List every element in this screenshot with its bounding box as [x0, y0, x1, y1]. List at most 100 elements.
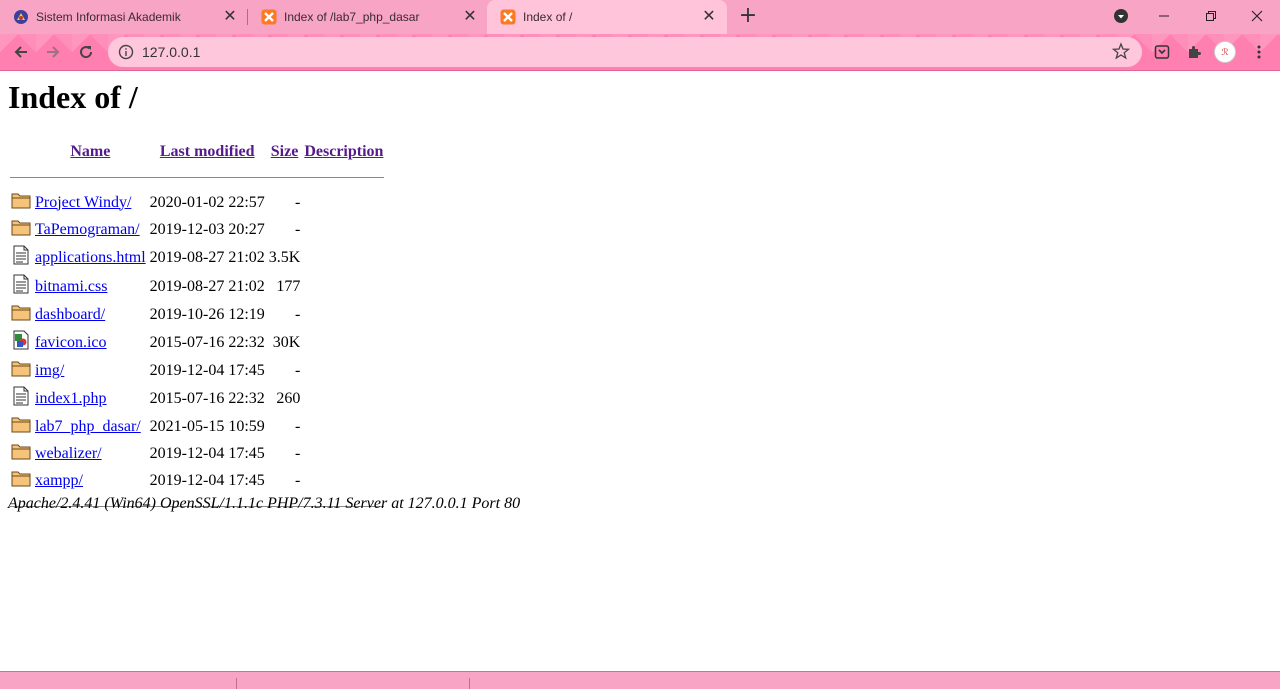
- divider: [236, 678, 237, 689]
- pocket-extension-button[interactable]: [1151, 41, 1173, 63]
- size-cell: -: [295, 305, 301, 323]
- xampp-favicon-icon: [500, 9, 516, 25]
- reload-button[interactable]: [75, 41, 97, 63]
- file-link[interactable]: bitnami.css: [35, 278, 107, 295]
- name-column-header[interactable]: Name: [34, 140, 147, 164]
- directory-listing: Name Last modified Size Description Proj…: [8, 138, 386, 519]
- file-name-cell[interactable]: TaPemograman/: [34, 217, 147, 242]
- folder-icon: [10, 441, 32, 466]
- size-cell: -: [295, 361, 301, 379]
- description-cell: [303, 414, 384, 439]
- file-name-cell[interactable]: lab7_php_dasar/: [34, 414, 147, 439]
- reload-icon: [80, 46, 93, 59]
- file-link[interactable]: applications.html: [35, 249, 146, 266]
- file-link[interactable]: xampp/: [35, 472, 83, 489]
- table-row: webalizer/2019-12-04 17:45 -: [10, 441, 384, 466]
- file-name-cell[interactable]: img/: [34, 358, 147, 383]
- modified-cell: 2019-12-03 20:27: [149, 220, 265, 238]
- file-link[interactable]: TaPemograman/: [35, 221, 140, 238]
- restore-button[interactable]: [1188, 0, 1234, 32]
- table-row: bitnami.css 2019-08-27 21:02 177: [10, 273, 384, 300]
- page-title: Index of /: [8, 79, 138, 115]
- modified-cell: 2019-12-04 17:45: [149, 361, 265, 379]
- file-name-cell[interactable]: webalizer/: [34, 441, 147, 466]
- table-row: index1.php 2015-07-16 22:32 260: [10, 385, 384, 412]
- size-column-header[interactable]: Size: [268, 140, 302, 164]
- sort-by-description-link[interactable]: Description: [304, 143, 383, 160]
- minimize-button[interactable]: [1141, 0, 1187, 32]
- extensions-button[interactable]: [1183, 41, 1205, 63]
- file-link[interactable]: Project Windy/: [35, 194, 131, 211]
- close-tab-icon[interactable]: ✕: [701, 8, 717, 25]
- description-cell: [303, 385, 384, 412]
- file-link[interactable]: favicon.ico: [35, 334, 107, 351]
- file-link[interactable]: webalizer/: [35, 445, 102, 462]
- tab-strip: Sistem Informasi Akademik ✕ Index of /la…: [0, 0, 1280, 34]
- table-row: favicon.ico 2015-07-16 22:32 30K: [10, 329, 384, 356]
- text-file-icon: [10, 385, 32, 412]
- size-cell: -: [295, 193, 301, 211]
- modified-cell: 2015-07-16 22:32: [149, 333, 265, 351]
- description-cell: [303, 468, 384, 493]
- tab-index-root[interactable]: Index of / ✕: [487, 0, 727, 34]
- close-window-button[interactable]: [1234, 0, 1280, 32]
- size-cell: -: [295, 417, 301, 435]
- close-tab-icon[interactable]: ✕: [222, 8, 238, 25]
- sort-by-size-link[interactable]: Size: [271, 143, 299, 160]
- close-tab-icon[interactable]: ✕: [462, 8, 478, 25]
- divider: [10, 166, 385, 188]
- table-row: TaPemograman/2019-12-03 20:27 -: [10, 217, 384, 242]
- modified-cell: 2019-12-04 17:45: [149, 471, 265, 489]
- file-name-cell[interactable]: index1.php: [34, 385, 147, 412]
- kebab-menu-icon: [1257, 45, 1261, 59]
- tab-sistem-informasi[interactable]: Sistem Informasi Akademik ✕: [0, 0, 248, 34]
- description-cell: [303, 244, 384, 271]
- address-bar[interactable]: 127.0.0.1: [108, 37, 1142, 67]
- menu-button[interactable]: [1248, 41, 1270, 63]
- file-link[interactable]: dashboard/: [35, 306, 105, 323]
- bookmark-star-icon[interactable]: [1111, 42, 1131, 64]
- modified-column-header[interactable]: Last modified: [149, 140, 266, 164]
- folder-icon: [10, 468, 32, 493]
- file-name-cell[interactable]: applications.html: [34, 244, 147, 271]
- table-row: applications.html 2019-08-27 21:02 3.5K: [10, 244, 384, 271]
- file-link[interactable]: index1.php: [35, 390, 107, 407]
- file-name-cell[interactable]: dashboard/: [34, 302, 147, 327]
- file-name-cell[interactable]: xampp/: [34, 468, 147, 493]
- file-link[interactable]: img/: [35, 362, 64, 379]
- back-button[interactable]: [10, 41, 32, 63]
- size-cell: 260: [276, 389, 301, 407]
- profile-avatar[interactable]: ℛ: [1214, 41, 1236, 63]
- size-cell: 3.5K: [268, 248, 301, 266]
- file-name-cell[interactable]: Project Windy/: [34, 190, 147, 215]
- forward-button[interactable]: [42, 41, 64, 63]
- tab-search-button[interactable]: [1098, 0, 1144, 32]
- table-row: xampp/2019-12-04 17:45 -: [10, 468, 384, 493]
- new-tab-button[interactable]: +: [738, 5, 758, 27]
- file-name-cell[interactable]: favicon.ico: [34, 329, 147, 356]
- file-name-cell[interactable]: bitnami.css: [34, 273, 147, 300]
- puzzle-icon: [1189, 46, 1201, 58]
- modified-cell: 2019-08-27 21:02: [149, 277, 265, 295]
- tab-title: Index of /lab7_php_dasar: [284, 10, 420, 24]
- folder-icon: [10, 414, 32, 439]
- university-favicon-icon: [13, 9, 29, 25]
- server-signature: Apache/2.4.41 (Win64) OpenSSL/1.1.1c PHP…: [8, 495, 521, 512]
- description-column-header[interactable]: Description: [303, 140, 384, 164]
- info-icon[interactable]: [118, 44, 134, 64]
- tab-lab7[interactable]: Index of /lab7_php_dasar ✕: [248, 0, 488, 34]
- size-cell: -: [295, 220, 301, 238]
- sort-by-name-link[interactable]: Name: [70, 143, 110, 160]
- description-cell: [303, 190, 384, 215]
- description-cell: [303, 273, 384, 300]
- header-row: Name Last modified Size Description: [10, 140, 384, 164]
- tab-title: Index of /: [523, 10, 573, 24]
- address-text[interactable]: 127.0.0.1: [142, 44, 200, 60]
- description-cell: [303, 302, 384, 327]
- modified-cell: 2019-10-26 12:19: [149, 305, 265, 323]
- folder-icon: [10, 190, 32, 215]
- modified-cell: 2020-01-02 22:57: [149, 193, 265, 211]
- file-link[interactable]: lab7_php_dasar/: [35, 418, 141, 435]
- size-cell: 30K: [272, 333, 301, 351]
- sort-by-modified-link[interactable]: Last modified: [160, 143, 255, 160]
